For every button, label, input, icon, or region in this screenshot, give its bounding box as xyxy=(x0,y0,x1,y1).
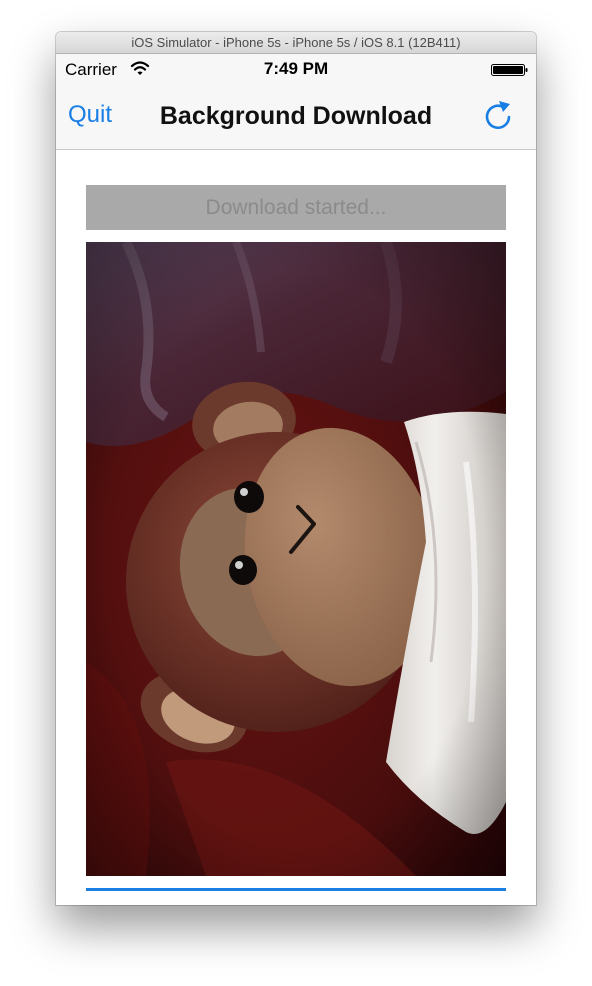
refresh-button[interactable] xyxy=(480,98,516,134)
battery-icon xyxy=(491,64,528,76)
monkey-photo xyxy=(86,242,506,876)
navigation-bar: Quit Background Download xyxy=(56,84,536,150)
status-time: 7:49 PM xyxy=(263,59,329,78)
refresh-icon xyxy=(485,101,511,130)
downloaded-image xyxy=(86,242,506,876)
device-screen: Carrier 7:49 PM Quit Background Download xyxy=(56,54,536,905)
simulator-window: iOS Simulator - iPhone 5s - iPhone 5s / … xyxy=(56,32,536,905)
progress-fill xyxy=(86,888,506,891)
page-title: Background Download xyxy=(159,102,433,130)
download-progress-bar xyxy=(86,888,506,891)
status-bar: Carrier 7:49 PM xyxy=(56,54,536,84)
simulator-title-bar: iOS Simulator - iPhone 5s - iPhone 5s / … xyxy=(56,32,536,54)
download-status-button[interactable]: Download started... xyxy=(86,185,506,230)
